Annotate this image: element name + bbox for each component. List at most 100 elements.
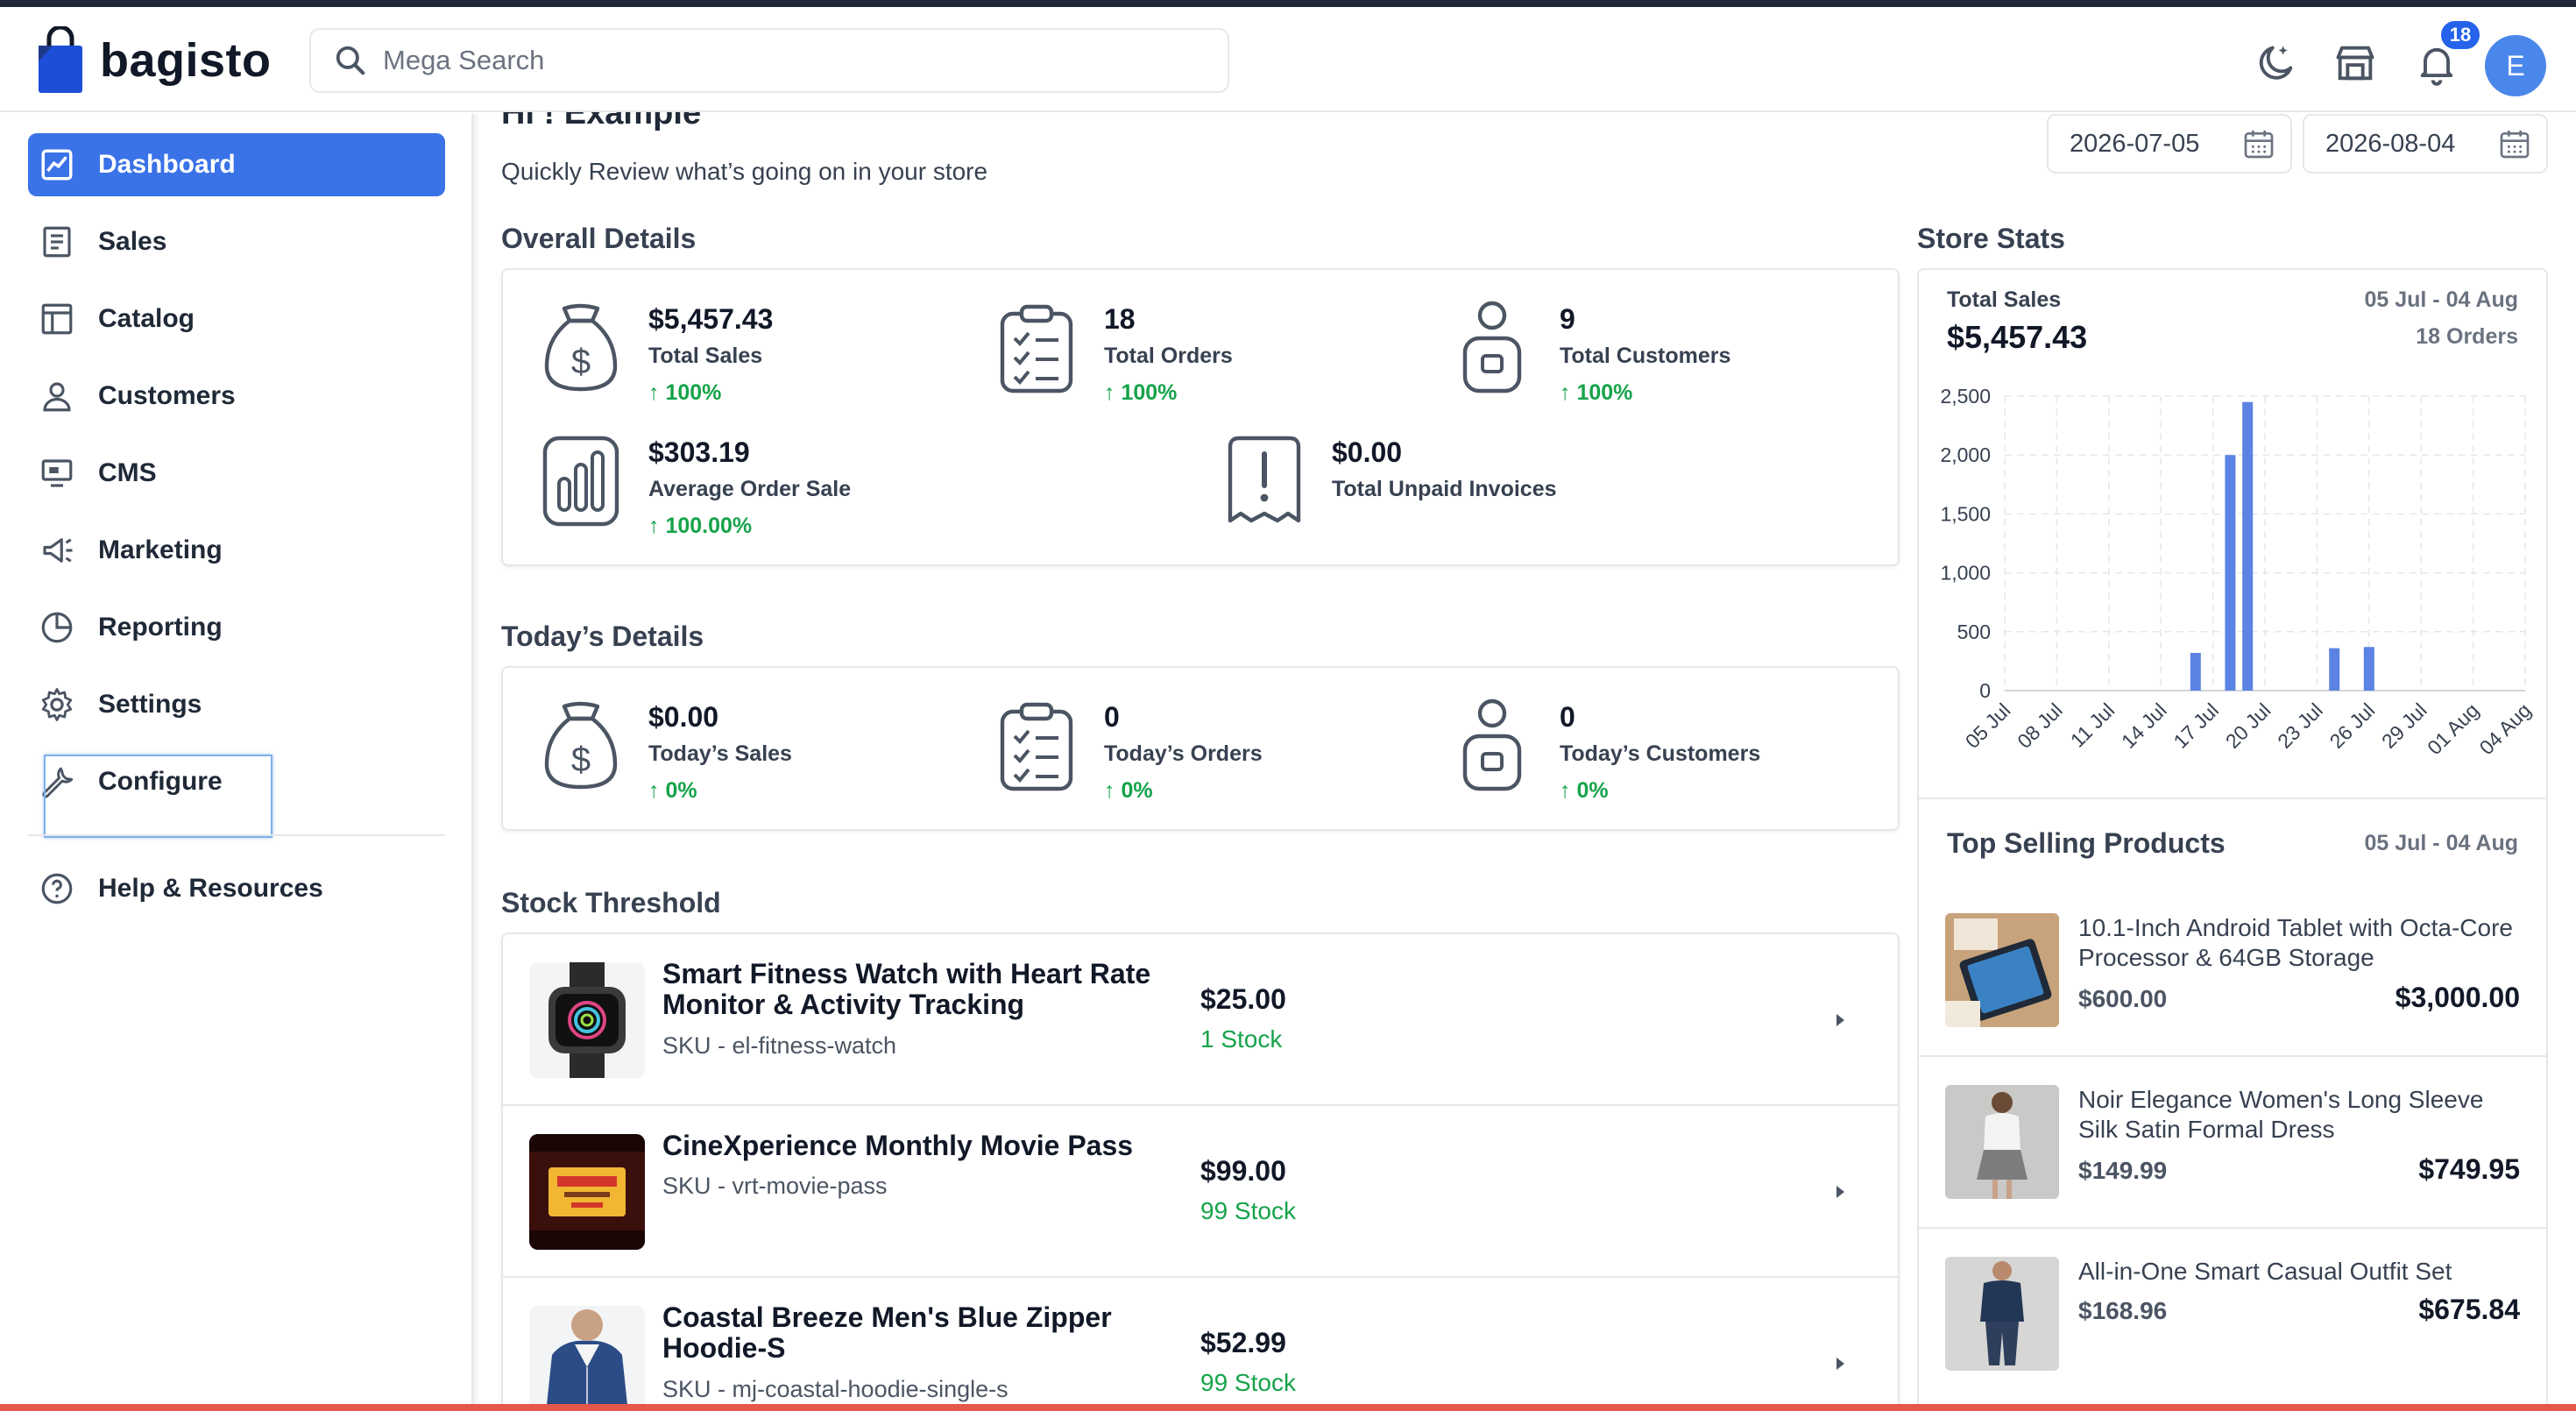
product-image xyxy=(529,1134,645,1250)
caret-right-icon[interactable] xyxy=(1829,1181,1851,1202)
logo[interactable]: bagisto xyxy=(35,26,272,95)
stat-value: 0 xyxy=(1560,701,1575,733)
product-price: $600.00 xyxy=(2078,985,2168,1012)
product-sku: SKU - vrt-movie-pass xyxy=(662,1173,888,1199)
product-name[interactable]: Coastal Breeze Men's Blue Zipper Hoodie-… xyxy=(662,1302,1188,1364)
help-icon xyxy=(41,873,73,904)
overall-details-card: $ $5,457.43 Total Sales ↑ 100% 18 Total … xyxy=(501,268,1900,566)
page-subtitle: Quickly Review what’s going on in your s… xyxy=(501,158,988,185)
x-tick-label: 29 Jul xyxy=(2377,698,2431,753)
sidebar-item-catalog[interactable]: Catalog xyxy=(28,287,445,351)
avatar[interactable]: E xyxy=(2485,35,2546,96)
x-tick-label: 20 Jul xyxy=(2221,698,2275,753)
svg-text:$: $ xyxy=(571,343,591,381)
product-name[interactable]: Smart Fitness Watch with Heart Rate Moni… xyxy=(662,959,1188,1020)
stat-change: ↑ 100% xyxy=(1560,380,1633,405)
product-image xyxy=(529,962,645,1078)
stats-order-count: 18 Orders xyxy=(2416,324,2518,349)
sidebar-item-sales[interactable]: Sales xyxy=(28,210,445,273)
table-row[interactable]: Smart Fitness Watch with Heart Rate Moni… xyxy=(501,934,1900,1106)
caret-right-icon[interactable] xyxy=(1829,1010,1851,1031)
y-tick-label: 1,500 xyxy=(1940,502,1991,525)
sidebar-item-label: CMS xyxy=(98,458,157,487)
money-bag-icon: $ xyxy=(544,303,618,392)
sidebar-item-label: Marketing xyxy=(98,535,223,564)
product-total: $675.84 xyxy=(2418,1294,2520,1325)
product-total: $749.95 xyxy=(2418,1153,2520,1185)
search-input[interactable] xyxy=(383,45,1171,76)
chart-bar xyxy=(2242,401,2254,691)
table-row[interactable]: Coastal Breeze Men's Blue Zipper Hoodie-… xyxy=(501,1278,1900,1411)
product-name[interactable]: All-in-One Smart Casual Outfit Set xyxy=(2078,1257,2516,1287)
header: bagisto 18 E xyxy=(0,7,2576,112)
calendar-icon[interactable] xyxy=(2497,126,2532,161)
panel-divider xyxy=(1917,798,2548,799)
outfit-image xyxy=(1945,1257,2059,1371)
catalog-icon xyxy=(41,303,73,335)
list-item[interactable]: Noir Elegance Women's Long Sleeve Silk S… xyxy=(1917,1057,2548,1229)
dress-image xyxy=(1945,1085,2059,1199)
stat-change-value: 100% xyxy=(1121,380,1178,405)
stat-change: ↑ 100% xyxy=(1104,380,1178,405)
focus-outline xyxy=(44,755,272,838)
dark-mode-toggle[interactable] xyxy=(2253,40,2298,86)
total-sales-label: Total Sales xyxy=(1947,287,2062,312)
stat-change: ↑ 100.00% xyxy=(648,514,753,538)
sidebar-item-dashboard[interactable]: Dashboard xyxy=(28,133,445,196)
stat-change-value: 0% xyxy=(1576,778,1609,803)
stat-value: 18 xyxy=(1104,303,1136,335)
stat-change-value: 100% xyxy=(1576,380,1633,405)
product-name[interactable]: CineXperience Monthly Movie Pass xyxy=(662,1131,1188,1161)
stat-value: 0 xyxy=(1104,701,1120,733)
sidebar-shadow xyxy=(473,114,480,1404)
list-item[interactable]: All-in-One Smart Casual Outfit Set $168.… xyxy=(1917,1229,2548,1400)
sidebar-item-marketing[interactable]: Marketing xyxy=(28,519,445,582)
product-price: $25.00 xyxy=(1200,983,1286,1015)
end-date-field[interactable] xyxy=(2325,129,2492,159)
product-name[interactable]: Noir Elegance Women's Long Sleeve Silk S… xyxy=(2078,1085,2516,1145)
sidebar-item-label: Help & Resources xyxy=(98,874,323,903)
sidebar-item-help[interactable]: Help & Resources xyxy=(28,857,445,920)
y-tick-label: 2,000 xyxy=(1940,443,1991,466)
stat-label: Today’s Orders xyxy=(1104,741,1263,766)
storefront-button[interactable] xyxy=(2332,40,2378,86)
customer-icon xyxy=(1462,698,1522,791)
calendar-icon[interactable] xyxy=(2241,126,2276,161)
start-date-field[interactable] xyxy=(2070,129,2236,159)
hoodie-image xyxy=(529,1306,645,1411)
sidebar-item-reporting[interactable]: Reporting xyxy=(28,596,445,659)
stock-threshold-title: Stock Threshold xyxy=(501,887,721,918)
svg-text:$: $ xyxy=(571,741,591,779)
y-tick-label: 2,500 xyxy=(1940,385,1991,408)
gear-icon xyxy=(41,688,73,721)
product-image xyxy=(1945,1257,2059,1371)
user-icon xyxy=(43,382,71,412)
x-tick-label: 11 Jul xyxy=(2066,698,2120,752)
clipboard-icon xyxy=(1000,304,1073,394)
sidebar-item-settings[interactable]: Settings xyxy=(28,673,445,736)
pie-chart-icon xyxy=(41,612,73,643)
chart-bar xyxy=(2329,648,2340,691)
product-name[interactable]: 10.1-Inch Android Tablet with Octa-Core … xyxy=(2078,913,2516,973)
stat-value: $0.00 xyxy=(1332,436,1403,468)
stat-label: Total Sales xyxy=(648,344,763,368)
clipboard-icon xyxy=(1000,702,1073,791)
sidebar-item-cms[interactable]: CMS xyxy=(28,442,445,505)
sidebar-item-label: Dashboard xyxy=(98,150,236,179)
x-tick-label: 23 Jul xyxy=(2273,698,2327,753)
top-selling-range: 05 Jul - 04 Aug xyxy=(2364,831,2518,855)
sidebar-item-customers[interactable]: Customers xyxy=(28,365,445,428)
sidebar-item-label: Customers xyxy=(98,381,236,410)
stat-value: $5,457.43 xyxy=(648,303,774,335)
mega-search[interactable] xyxy=(309,28,1229,93)
end-date-picker[interactable] xyxy=(2303,114,2548,174)
today-details-title: Today’s Details xyxy=(501,620,704,652)
start-date-picker[interactable] xyxy=(2047,114,2292,174)
caret-right-icon[interactable] xyxy=(1829,1353,1851,1374)
table-row[interactable]: CineXperience Monthly Movie Pass SKU - v… xyxy=(501,1106,1900,1278)
stat-change: ↑ 0% xyxy=(1560,778,1609,803)
stat-change: ↑ 0% xyxy=(1104,778,1153,803)
store-stats-title: Store Stats xyxy=(1917,223,2065,254)
sidebar-item-label: Sales xyxy=(98,227,167,256)
list-item[interactable]: 10.1-Inch Android Tablet with Octa-Core … xyxy=(1917,885,2548,1057)
